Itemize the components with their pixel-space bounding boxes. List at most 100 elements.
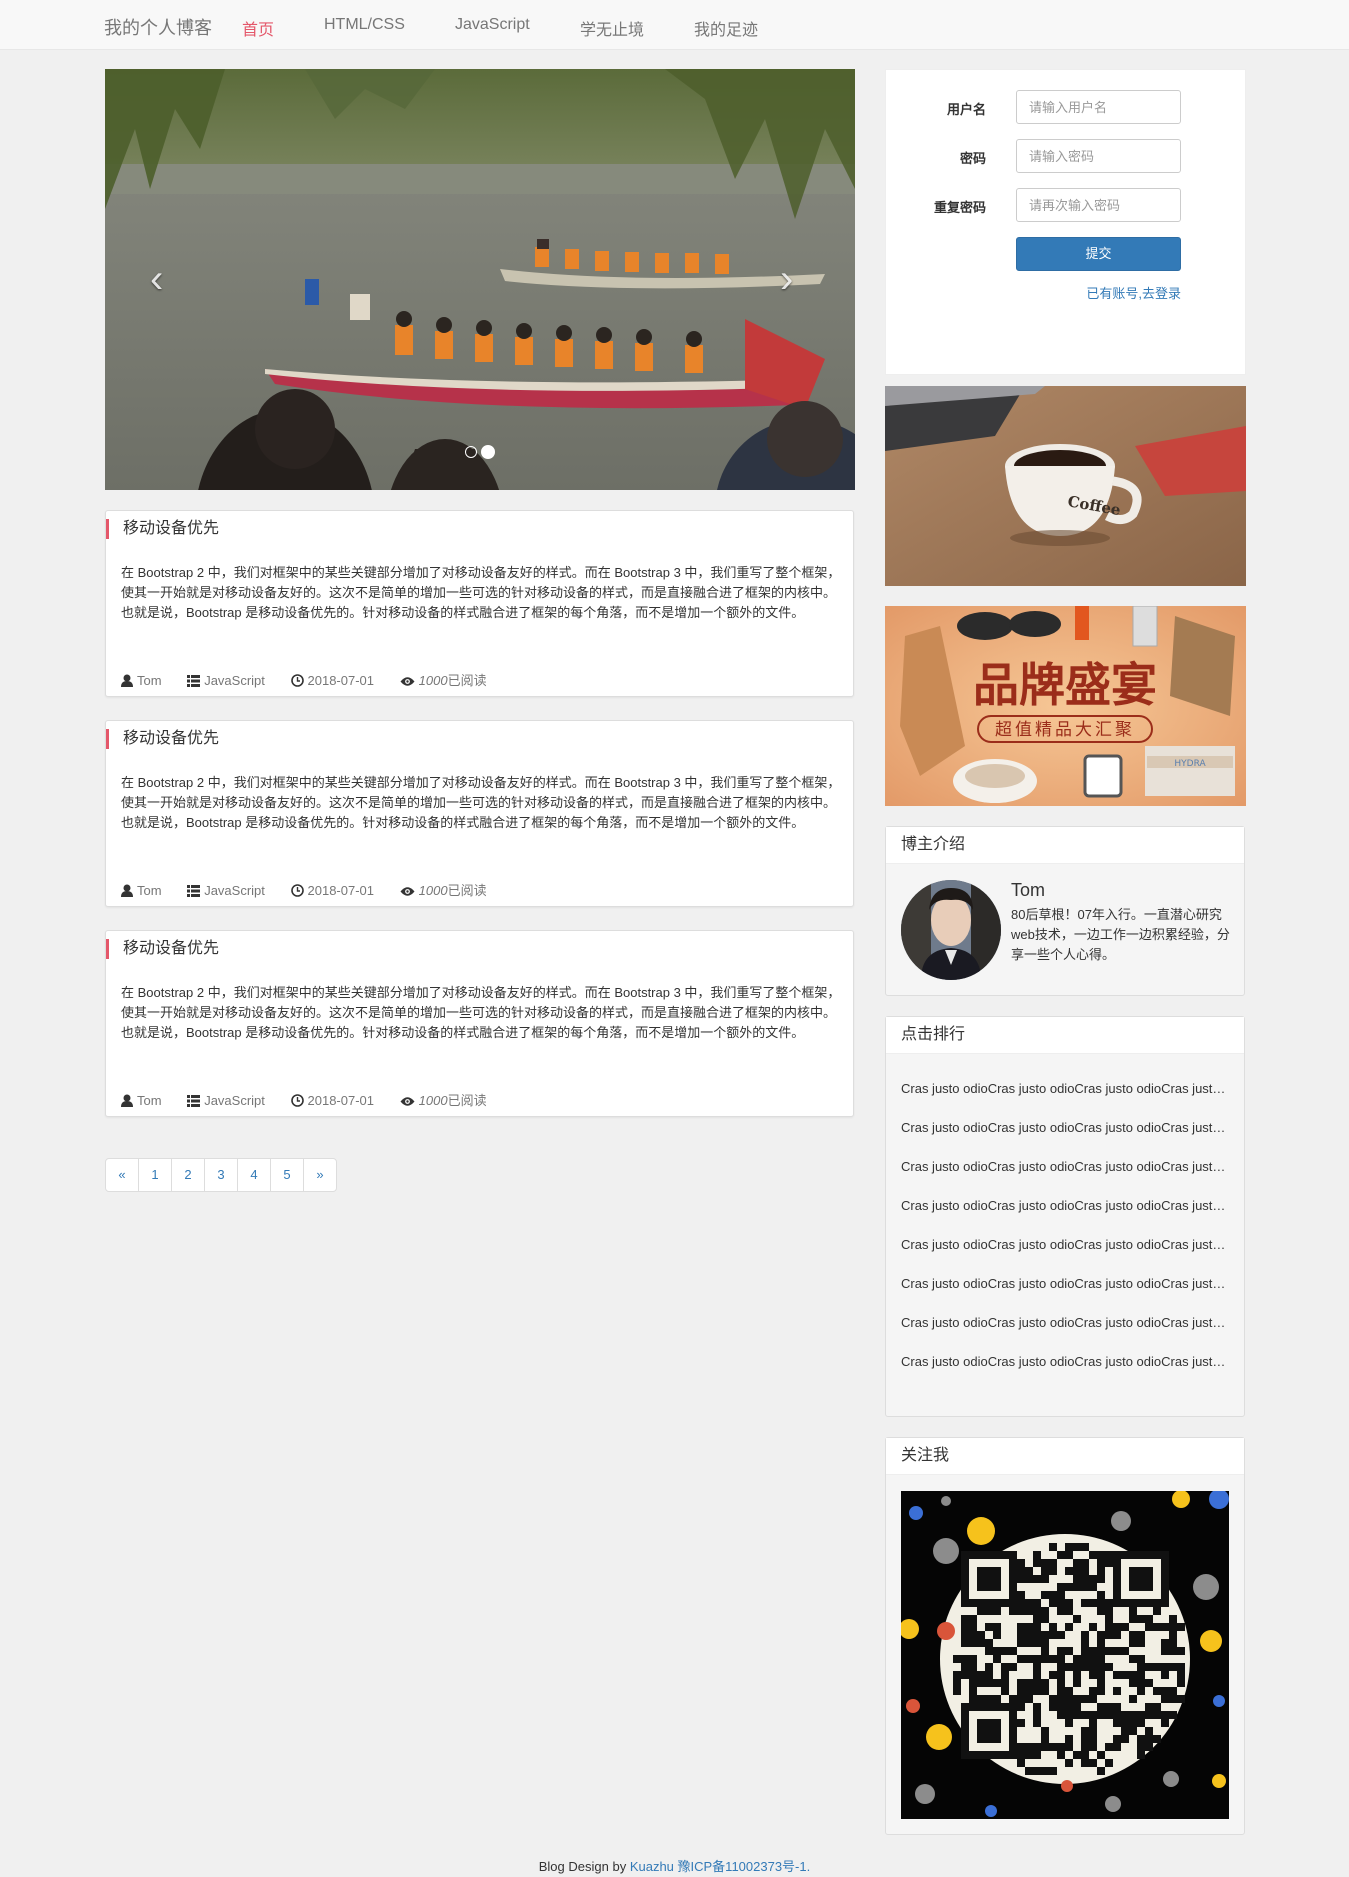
navbar: 我的个人博客 首页 HTML/CSS JavaScript 学无止境 我的足迹 — [0, 0, 1349, 50]
author-bio: 80后草根！07年入行。一直潜心研究web技术，一边工作一边积累经验，分享一些个… — [1011, 907, 1230, 962]
ranking-item[interactable]: Cras justo odioCras justo odioCras justo… — [901, 1354, 1231, 1393]
footer-text: Blog Design by — [538, 1859, 630, 1874]
clock-icon — [290, 674, 304, 687]
image-carousel[interactable]: ‹ › — [105, 69, 855, 490]
pagination-prev[interactable]: « — [105, 1158, 139, 1192]
article-views-suffix: 已阅读 — [447, 1093, 487, 1108]
article-title[interactable]: 移动设备优先 — [106, 729, 219, 749]
submit-button[interactable]: 提交 — [1016, 237, 1181, 271]
nav-item-javascript[interactable]: JavaScript — [455, 16, 530, 34]
pagination-page[interactable]: 5 — [270, 1158, 304, 1192]
username-input[interactable] — [1016, 90, 1181, 124]
pagination-page[interactable]: 4 — [237, 1158, 271, 1192]
article-card: 移动设备优先 在 Bootstrap 2 中，我们对框架中的某些关键部分增加了对… — [105, 510, 854, 697]
article-meta: Tom JavaScript 2018-07-01 1000已阅读 — [121, 670, 509, 689]
password-input[interactable] — [1016, 139, 1181, 173]
article-meta: Tom JavaScript 2018-07-01 1000已阅读 — [121, 880, 509, 899]
article-author[interactable]: Tom — [137, 673, 162, 688]
article-body: 在 Bootstrap 2 中，我们对框架中的某些关键部分增加了对移动设备友好的… — [121, 775, 841, 830]
pagination: « 1 2 3 4 5 » — [105, 1158, 337, 1192]
article-title[interactable]: 移动设备优先 — [106, 519, 219, 539]
list-icon — [187, 675, 201, 687]
ranking-item[interactable]: Cras justo odioCras justo odioCras justo… — [901, 1081, 1231, 1120]
carousel-indicator[interactable] — [465, 446, 477, 459]
carousel-slide-image — [105, 69, 855, 490]
article-views-suffix: 已阅读 — [447, 673, 487, 688]
qr-code-image — [901, 1491, 1229, 1819]
avatar — [901, 880, 1001, 980]
clock-icon — [290, 884, 304, 897]
list-icon — [187, 1095, 201, 1107]
brand-title: 品牌盛宴 — [973, 658, 1157, 712]
register-form: 用户名 密码 重复密码 提交 已有账号,去登录 — [885, 69, 1246, 375]
repeat-password-input[interactable] — [1016, 188, 1181, 222]
coffee-image: Coffee — [885, 386, 1246, 586]
pagination-next[interactable]: » — [303, 1158, 337, 1192]
ranking-item[interactable]: Cras justo odioCras justo odioCras justo… — [901, 1315, 1231, 1354]
article-views: 1000 — [418, 673, 448, 688]
footer-link[interactable]: Kuazhu 豫ICP备11002373号-1. — [630, 1859, 810, 1874]
carousel-next-button[interactable]: › — [780, 259, 793, 299]
article-meta: Tom JavaScript 2018-07-01 1000已阅读 — [121, 1090, 509, 1109]
eye-icon — [400, 1097, 415, 1106]
ranking-item[interactable]: Cras justo odioCras justo odioCras justo… — [901, 1198, 1231, 1237]
repeat-password-label: 重复密码 — [933, 200, 986, 215]
qr-code-icon — [901, 1491, 1229, 1819]
footer: Blog Design by Kuazhu 豫ICP备11002373号-1. — [0, 1856, 1349, 1875]
login-link[interactable]: 已有账号,去登录 — [886, 283, 1181, 302]
ranking-item[interactable]: Cras justo odioCras justo odioCras justo… — [901, 1276, 1231, 1315]
article-category[interactable]: JavaScript — [204, 1093, 265, 1108]
ranking-item[interactable]: Cras justo odioCras justo odioCras justo… — [901, 1120, 1231, 1159]
ranking-item[interactable]: Cras justo odioCras justo odioCras justo… — [901, 1159, 1231, 1198]
list-icon — [187, 885, 201, 897]
ranking-panel: 点击排行 Cras justo odioCras justo odioCras … — [885, 1016, 1245, 1417]
article-views: 1000 — [418, 883, 448, 898]
panel-heading: 博主介绍 — [886, 827, 1244, 864]
brand-subtitle: 超值精品大汇聚 — [995, 720, 1135, 740]
about-panel: 博主介绍 Tom 80后草根！07年入行。一直潜心研究web技术，一边工作一边积… — [885, 826, 1245, 996]
panel-heading: 关注我 — [886, 1438, 1244, 1475]
article-title[interactable]: 移动设备优先 — [106, 939, 219, 959]
ranking-list: Cras justo odioCras justo odioCras justo… — [901, 1081, 1231, 1393]
article-date: 2018-07-01 — [307, 673, 375, 688]
article-category[interactable]: JavaScript — [204, 673, 265, 688]
article-author[interactable]: Tom — [137, 883, 162, 898]
article-date: 2018-07-01 — [307, 1093, 375, 1108]
product-label: HYDRA — [1174, 759, 1206, 769]
pagination-page[interactable]: 1 — [138, 1158, 172, 1192]
article-date: 2018-07-01 — [307, 883, 375, 898]
follow-panel: 关注我 — [885, 1437, 1245, 1835]
carousel-indicators — [465, 443, 499, 460]
panel-heading: 点击排行 — [886, 1017, 1244, 1054]
carousel-prev-button[interactable]: ‹ — [150, 259, 163, 299]
nav-item-home[interactable]: 首页 — [242, 16, 274, 40]
user-icon — [121, 674, 133, 687]
pagination-page[interactable]: 2 — [171, 1158, 205, 1192]
clock-icon — [290, 1094, 304, 1107]
username-label: 用户名 — [946, 102, 986, 117]
article-body: 在 Bootstrap 2 中，我们对框架中的某些关键部分增加了对移动设备友好的… — [121, 985, 841, 1040]
article-card: 移动设备优先 在 Bootstrap 2 中，我们对框架中的某些关键部分增加了对… — [105, 930, 854, 1117]
nav-item-html-css[interactable]: HTML/CSS — [324, 16, 405, 34]
ad-banner-brand[interactable]: HYDRA 品牌盛宴 超值精品大汇聚 — [885, 606, 1246, 806]
ad-banner-coffee[interactable]: Coffee — [885, 386, 1246, 586]
nav-item-footprints[interactable]: 我的足迹 — [694, 16, 758, 40]
article-views-suffix: 已阅读 — [447, 883, 487, 898]
pagination-page[interactable]: 3 — [204, 1158, 238, 1192]
nav-item-learning[interactable]: 学无止境 — [580, 16, 644, 40]
user-icon — [121, 1094, 133, 1107]
eye-icon — [400, 887, 415, 896]
password-label: 密码 — [959, 151, 986, 166]
author-photo — [901, 880, 1001, 980]
author-name: Tom — [1011, 880, 1046, 900]
article-card: 移动设备优先 在 Bootstrap 2 中，我们对框架中的某些关键部分增加了对… — [105, 720, 854, 907]
article-author[interactable]: Tom — [137, 1093, 162, 1108]
brand-link[interactable]: 我的个人博客 — [104, 14, 212, 40]
article-category[interactable]: JavaScript — [204, 883, 265, 898]
ranking-item[interactable]: Cras justo odioCras justo odioCras justo… — [901, 1237, 1231, 1276]
article-views: 1000 — [418, 1093, 448, 1108]
user-icon — [121, 884, 133, 897]
brand-sale-image: HYDRA 品牌盛宴 超值精品大汇聚 — [885, 606, 1246, 806]
eye-icon — [400, 677, 415, 686]
article-body: 在 Bootstrap 2 中，我们对框架中的某些关键部分增加了对移动设备友好的… — [121, 565, 841, 620]
